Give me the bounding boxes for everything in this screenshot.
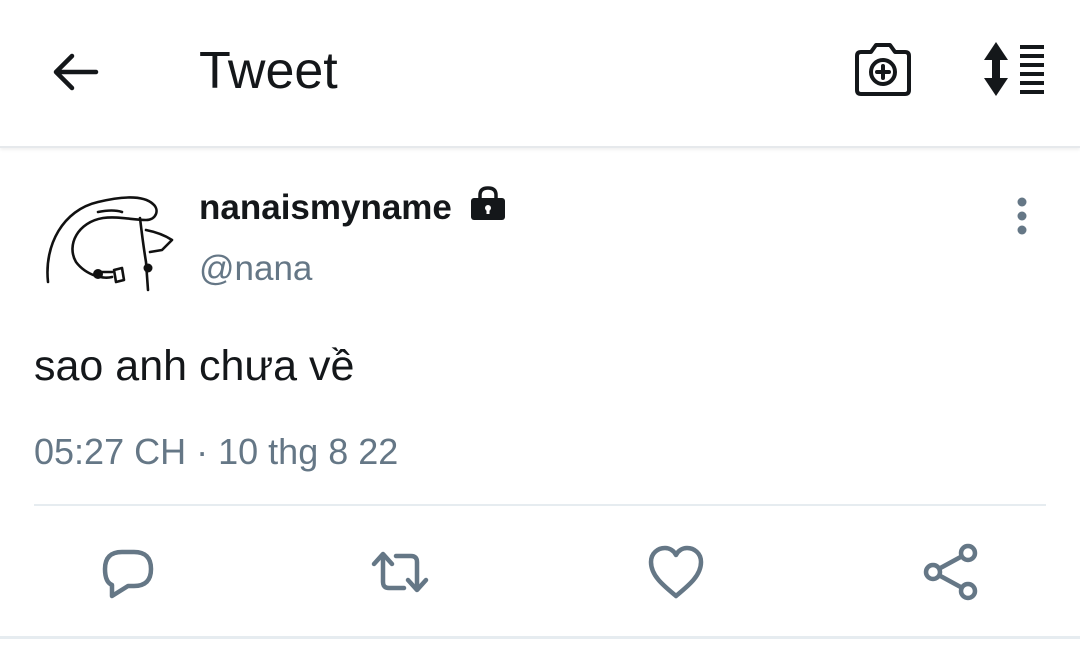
meta-separator: ·: [196, 431, 209, 472]
heart-icon: [648, 545, 704, 599]
sort-button[interactable]: [976, 40, 1050, 98]
user-handle[interactable]: @nana: [199, 246, 312, 292]
camera-button[interactable]: [852, 42, 914, 98]
share-button[interactable]: [918, 540, 982, 604]
back-button[interactable]: [48, 48, 104, 96]
reply-icon: [102, 549, 154, 599]
avatar-doodle-image: [46, 196, 174, 292]
camera-plus-icon: [855, 43, 911, 96]
bottom-divider: [0, 636, 1080, 639]
more-vertical-icon: [1017, 197, 1027, 235]
retweet-button[interactable]: [368, 540, 432, 604]
tweet-time: 05:27 CH: [34, 431, 187, 472]
top-app-bar: Tweet: [0, 0, 1080, 148]
arrow-left-icon: [53, 53, 99, 91]
page-title: Tweet: [199, 42, 338, 100]
like-button[interactable]: [644, 540, 708, 604]
share-icon: [923, 543, 978, 601]
lock-icon: [468, 186, 508, 222]
retweet-icon: [371, 551, 429, 593]
avatar[interactable]: [38, 190, 180, 298]
sort-list-icon: [984, 42, 1044, 96]
display-name[interactable]: nanaismyname: [199, 185, 452, 231]
reply-button[interactable]: [96, 540, 160, 604]
more-options-button[interactable]: [1006, 196, 1038, 238]
divider: [34, 504, 1046, 506]
tweet-date: 10 thg 8 22: [218, 431, 399, 472]
tweet-timestamp[interactable]: 05:27 CH · 10 thg 8 22: [34, 428, 398, 476]
tweet-text: sao anh chưa về: [34, 342, 355, 390]
